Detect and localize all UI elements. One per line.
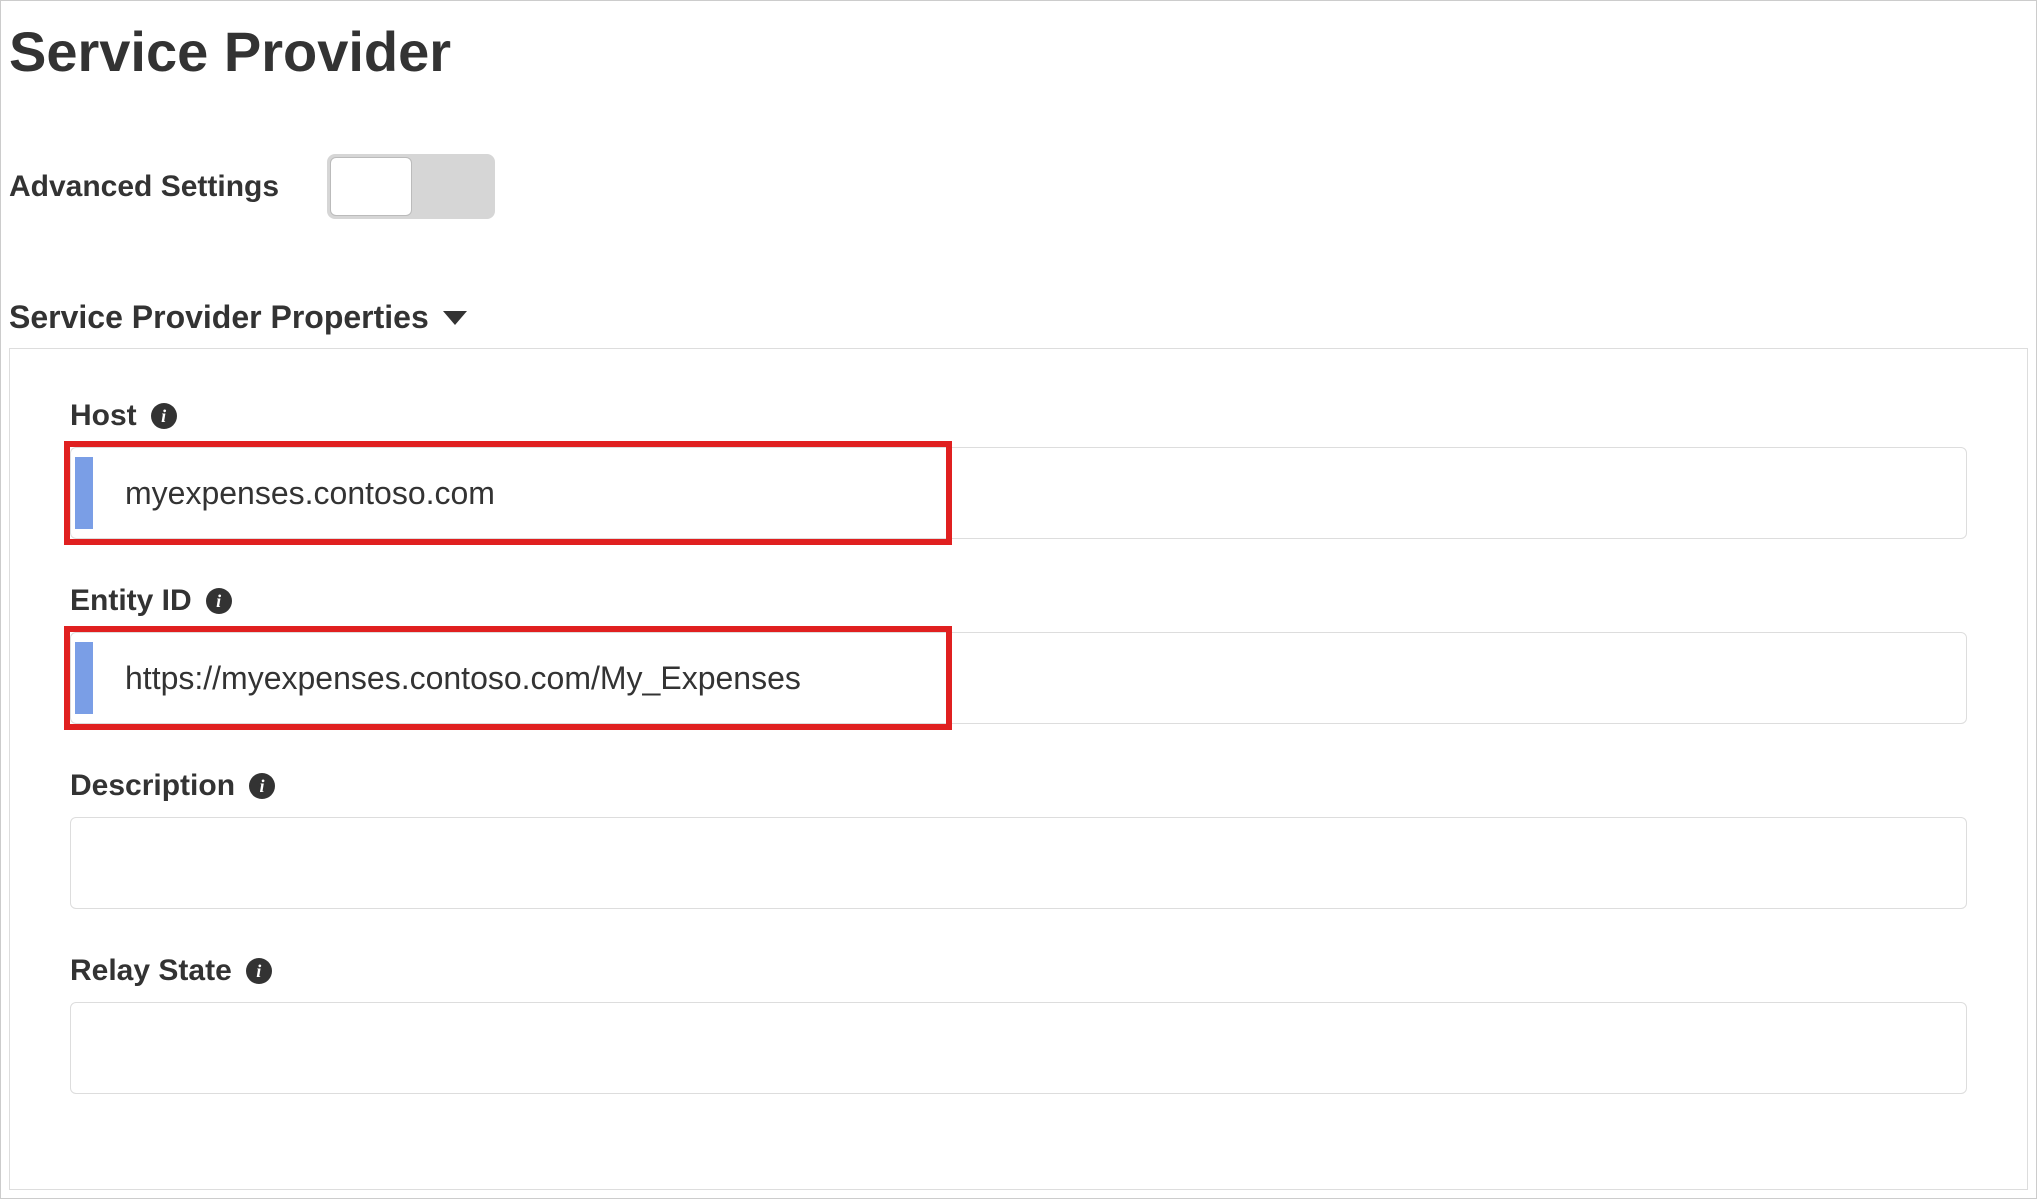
entity-id-input[interactable] xyxy=(70,632,1967,724)
host-label: Host xyxy=(70,399,137,433)
field-description: Description i xyxy=(70,769,1967,909)
info-icon[interactable]: i xyxy=(206,588,232,614)
field-host: Host i xyxy=(70,399,1967,539)
field-relay-state: Relay State i xyxy=(70,954,1967,1094)
section-header-properties[interactable]: Service Provider Properties xyxy=(1,249,2036,348)
host-input[interactable] xyxy=(70,447,1967,539)
section-title: Service Provider Properties xyxy=(9,299,429,336)
field-label-row: Description i xyxy=(70,769,1967,803)
advanced-settings-label: Advanced Settings xyxy=(9,170,279,204)
input-wrap xyxy=(70,632,1967,724)
info-icon[interactable]: i xyxy=(246,958,272,984)
entity-id-label: Entity ID xyxy=(70,584,192,618)
relay-state-input[interactable] xyxy=(70,1002,1967,1094)
advanced-settings-row: Advanced Settings xyxy=(1,94,2036,249)
page-title: Service Provider xyxy=(1,1,2036,94)
required-indicator xyxy=(75,457,93,529)
description-label: Description xyxy=(70,769,235,803)
field-label-row: Entity ID i xyxy=(70,584,1967,618)
caret-down-icon xyxy=(443,311,467,325)
info-icon[interactable]: i xyxy=(249,773,275,799)
toggle-knob xyxy=(330,157,412,216)
field-label-row: Relay State i xyxy=(70,954,1967,988)
section-body: Host i Entity ID i Description i R xyxy=(9,348,2028,1190)
relay-state-label: Relay State xyxy=(70,954,232,988)
input-wrap xyxy=(70,817,1967,909)
field-entity-id: Entity ID i xyxy=(70,584,1967,724)
field-label-row: Host i xyxy=(70,399,1967,433)
info-icon[interactable]: i xyxy=(151,403,177,429)
input-wrap xyxy=(70,1002,1967,1094)
input-wrap xyxy=(70,447,1967,539)
advanced-settings-toggle[interactable] xyxy=(327,154,495,219)
description-input[interactable] xyxy=(70,817,1967,909)
required-indicator xyxy=(75,642,93,714)
